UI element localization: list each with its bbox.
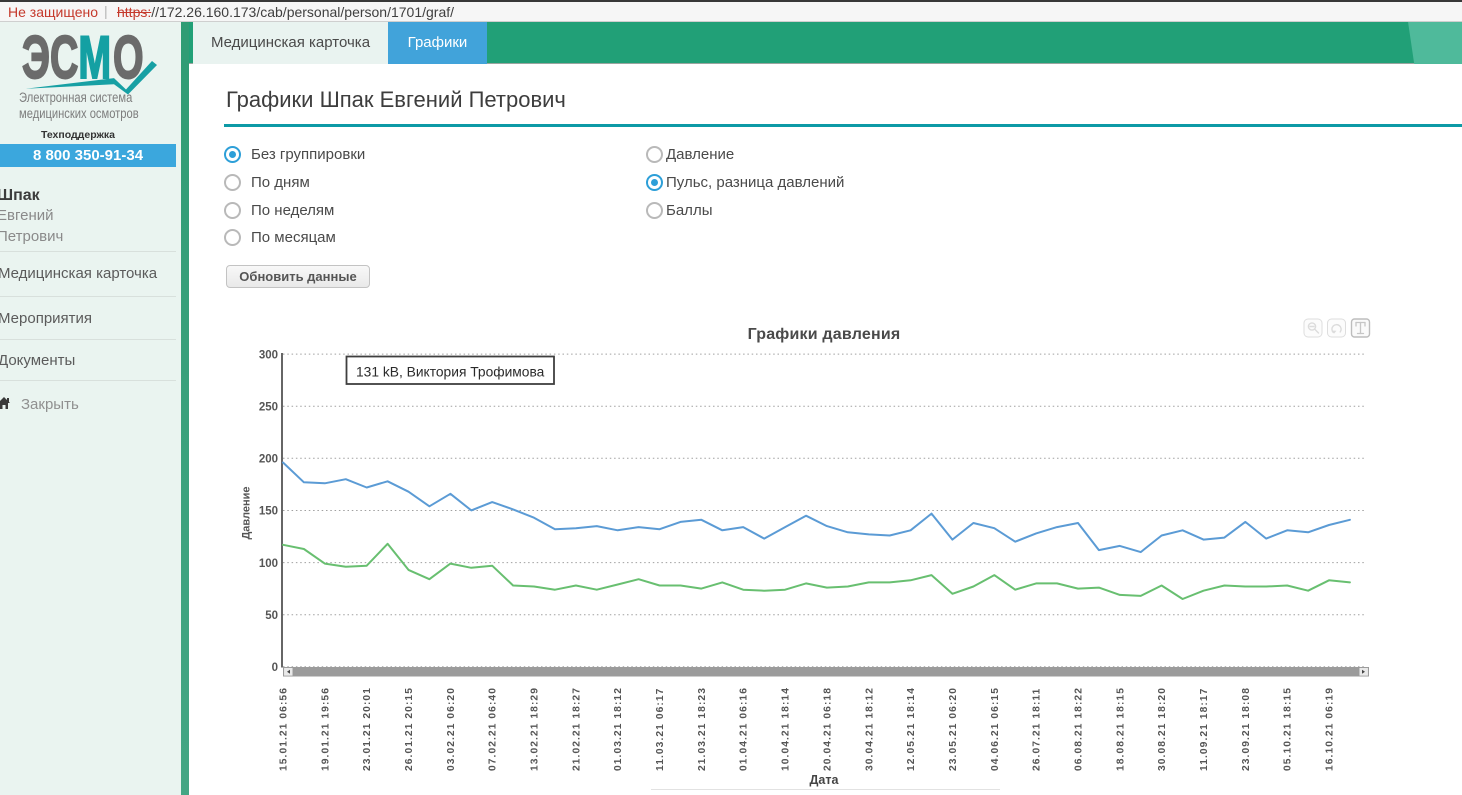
- svg-text:ЭС: ЭС: [22, 24, 78, 91]
- svg-text:медицинских осмотров: медицинских осмотров: [19, 106, 139, 121]
- svg-text:Электронная система: Электронная система: [19, 90, 133, 105]
